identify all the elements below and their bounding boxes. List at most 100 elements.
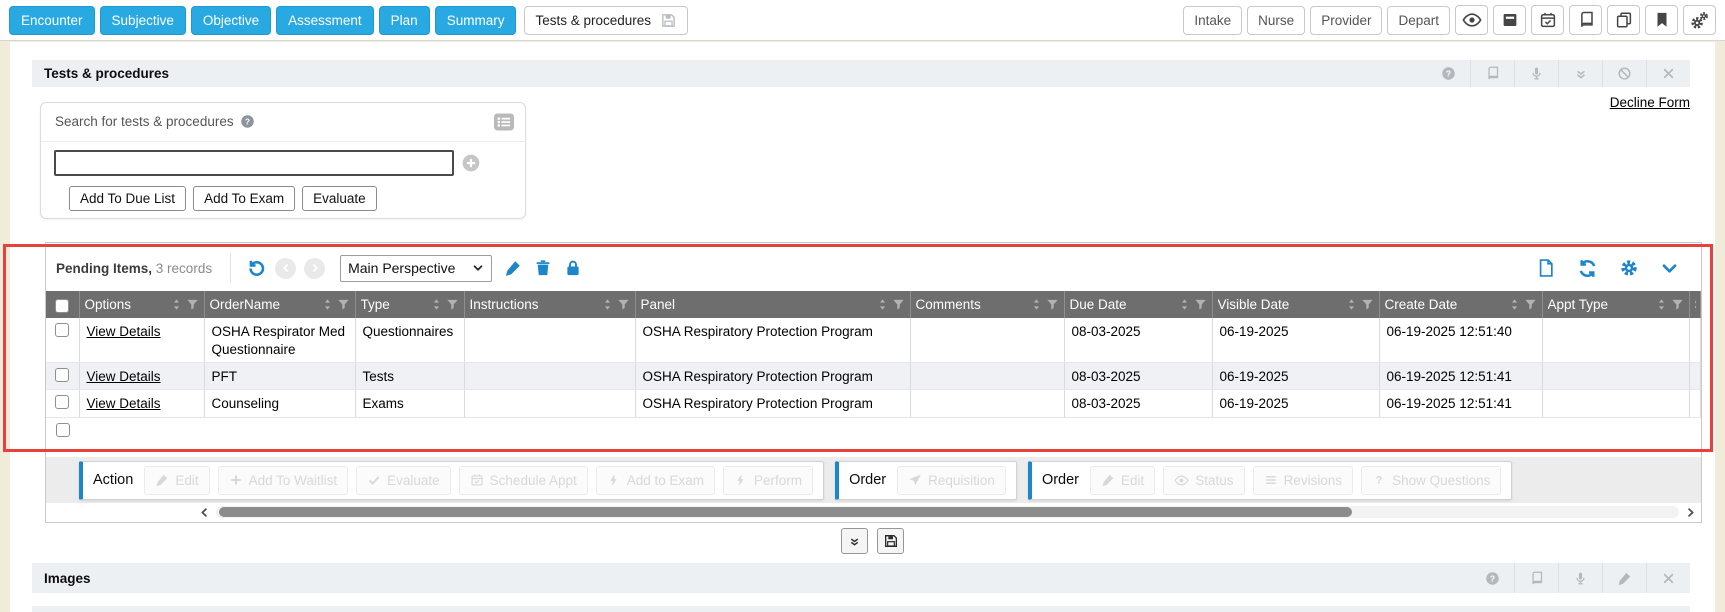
- add-to-exam-button[interactable]: Add to Exam: [596, 466, 715, 495]
- row-checkbox[interactable]: [56, 423, 70, 437]
- tab-objective[interactable]: Objective: [191, 6, 271, 35]
- book-button[interactable]: [1515, 563, 1558, 593]
- filter-icon[interactable]: [337, 298, 350, 311]
- sort-icon[interactable]: [876, 298, 889, 311]
- order-edit-button[interactable]: Edit: [1090, 466, 1155, 495]
- save-button[interactable]: [877, 528, 904, 554]
- requisition-button[interactable]: Requisition: [897, 466, 1006, 495]
- sort-icon[interactable]: [1655, 298, 1668, 311]
- eye-icon: [1174, 473, 1189, 488]
- depart-button[interactable]: Depart: [1387, 6, 1450, 35]
- close-section-button[interactable]: [1647, 60, 1690, 87]
- edit-button[interactable]: [1603, 563, 1646, 593]
- perform-button[interactable]: Perform: [723, 466, 813, 495]
- filter-icon[interactable]: [892, 298, 905, 311]
- sort-icon[interactable]: [601, 298, 614, 311]
- intake-button[interactable]: Intake: [1183, 6, 1242, 35]
- sort-icon[interactable]: [430, 298, 443, 311]
- filter-icon[interactable]: [186, 298, 199, 311]
- filter-icon[interactable]: [1046, 298, 1059, 311]
- bookmark-button[interactable]: [1645, 5, 1678, 35]
- calendar-button[interactable]: [1531, 5, 1564, 35]
- add-to-exam-button[interactable]: Add To Exam: [193, 186, 295, 211]
- view-details-link[interactable]: View Details: [87, 324, 161, 339]
- row-checkbox[interactable]: [55, 323, 69, 337]
- view-details-link[interactable]: View Details: [87, 396, 161, 411]
- help-button[interactable]: [1427, 60, 1470, 87]
- archive-box-button[interactable]: [1493, 5, 1526, 35]
- sort-icon[interactable]: [170, 298, 183, 311]
- search-input[interactable]: [54, 150, 454, 176]
- filter-icon[interactable]: [617, 298, 630, 311]
- tab-subjective[interactable]: Subjective: [100, 6, 186, 35]
- show-questions-button[interactable]: Show Questions: [1361, 466, 1501, 495]
- tab-summary[interactable]: Summary: [435, 6, 517, 35]
- collapse-button[interactable]: [1559, 60, 1602, 87]
- revisions-button[interactable]: Revisions: [1253, 466, 1354, 495]
- list-view-button[interactable]: [492, 110, 516, 134]
- scroll-left-icon[interactable]: [198, 506, 211, 519]
- order-group-label: Order: [849, 472, 886, 488]
- filter-icon[interactable]: [446, 298, 459, 311]
- evaluate-action-button[interactable]: Evaluate: [356, 466, 451, 495]
- decline-button[interactable]: [1603, 60, 1646, 87]
- decline-form-link[interactable]: Decline Form: [1610, 95, 1690, 110]
- row-checkbox[interactable]: [55, 368, 69, 382]
- chevron-down-icon[interactable]: [1660, 259, 1679, 278]
- sort-icon[interactable]: [321, 298, 334, 311]
- add-to-waitlist-button[interactable]: Add To Waitlist: [218, 466, 349, 495]
- close-icon: [1662, 572, 1675, 585]
- scrollbar-track[interactable]: [216, 506, 1679, 518]
- sort-icon[interactable]: [1030, 298, 1043, 311]
- perspective-select[interactable]: Main Perspective: [340, 255, 492, 282]
- edit-perspective-icon[interactable]: [504, 259, 522, 277]
- filter-icon[interactable]: [1524, 298, 1537, 311]
- settings-button[interactable]: [1683, 5, 1716, 35]
- tab-encounter[interactable]: Encounter: [9, 6, 95, 35]
- nurse-button[interactable]: Nurse: [1247, 6, 1305, 35]
- sort-icon[interactable]: [1508, 298, 1521, 311]
- provider-button[interactable]: Provider: [1310, 6, 1382, 35]
- add-to-due-list-button[interactable]: Add To Due List: [69, 186, 186, 211]
- scrollbar-thumb[interactable]: [219, 507, 1352, 517]
- cell-due-date: 08-03-2025: [1064, 318, 1212, 362]
- filter-icon[interactable]: [1361, 298, 1374, 311]
- dictate-button[interactable]: [1515, 60, 1558, 87]
- help-button[interactable]: [1471, 563, 1514, 593]
- sort-icon[interactable]: [1345, 298, 1358, 311]
- row-checkbox[interactable]: [55, 395, 69, 409]
- tab-tests-procedures-active[interactable]: Tests & procedures: [524, 6, 688, 35]
- view-details-link[interactable]: View Details: [87, 369, 161, 384]
- refresh-icon[interactable]: [1577, 258, 1598, 279]
- edit-button[interactable]: Edit: [144, 466, 209, 495]
- tab-assessment[interactable]: Assessment: [276, 6, 374, 35]
- schedule-appt-button[interactable]: Schedule Appt: [459, 466, 588, 495]
- copy-button[interactable]: [1607, 5, 1640, 35]
- cell-appt-type: [1542, 389, 1689, 417]
- lock-icon[interactable]: [564, 259, 582, 277]
- sort-icon[interactable]: [1178, 298, 1191, 311]
- select-all-checkbox[interactable]: [55, 299, 69, 313]
- next-button[interactable]: [304, 258, 325, 279]
- filter-icon[interactable]: [1194, 298, 1207, 311]
- prev-button[interactable]: [275, 258, 296, 279]
- book-button[interactable]: [1569, 5, 1602, 35]
- new-page-icon[interactable]: [1536, 258, 1556, 278]
- status-button[interactable]: Status: [1163, 466, 1244, 495]
- add-search-button[interactable]: [461, 153, 481, 173]
- close-section-button[interactable]: [1647, 563, 1690, 593]
- book-button[interactable]: [1471, 60, 1514, 87]
- filter-icon[interactable]: [1671, 298, 1684, 311]
- tab-plan[interactable]: Plan: [379, 6, 430, 35]
- scroll-right-icon[interactable]: [1684, 506, 1697, 519]
- undo-icon[interactable]: [246, 258, 267, 279]
- evaluate-button[interactable]: Evaluate: [302, 186, 377, 211]
- collapse-all-button[interactable]: [841, 528, 868, 554]
- dictate-button[interactable]: [1559, 563, 1602, 593]
- help-icon[interactable]: [240, 114, 255, 129]
- delete-perspective-icon[interactable]: [534, 259, 552, 277]
- active-tab-label: Tests & procedures: [535, 13, 651, 28]
- eye-button[interactable]: [1455, 5, 1488, 35]
- order-group-label: Order: [1042, 472, 1079, 488]
- gear-icon[interactable]: [1619, 258, 1639, 278]
